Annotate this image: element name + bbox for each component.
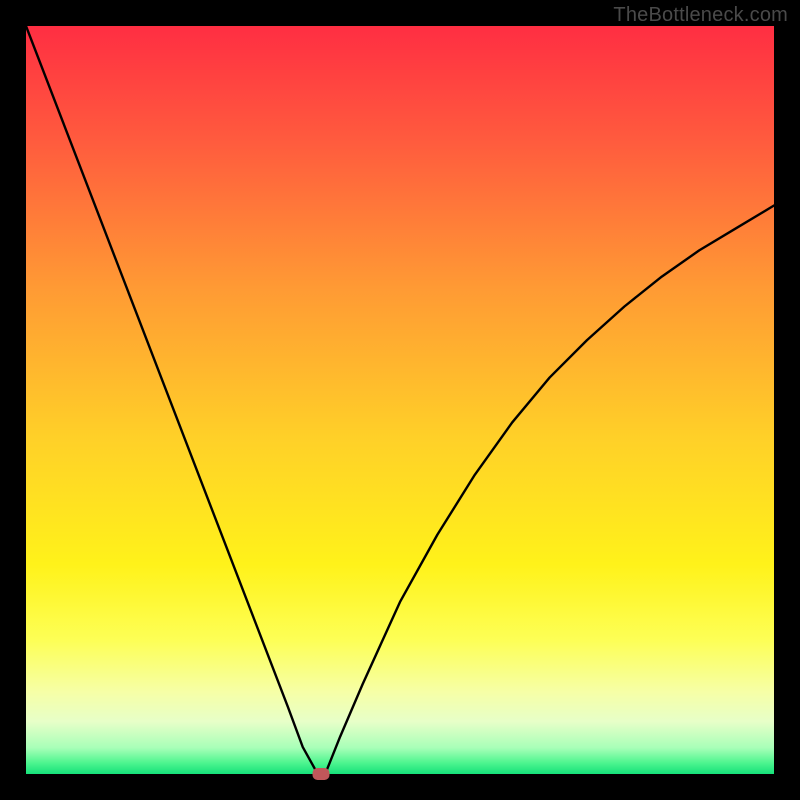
- optimal-point-marker: [313, 768, 330, 780]
- plot-area: [26, 26, 774, 774]
- gradient-background: [26, 26, 774, 774]
- chart-outer-frame: TheBottleneck.com: [0, 0, 800, 800]
- watermark-text: TheBottleneck.com: [613, 4, 788, 27]
- chart-svg: [26, 26, 774, 774]
